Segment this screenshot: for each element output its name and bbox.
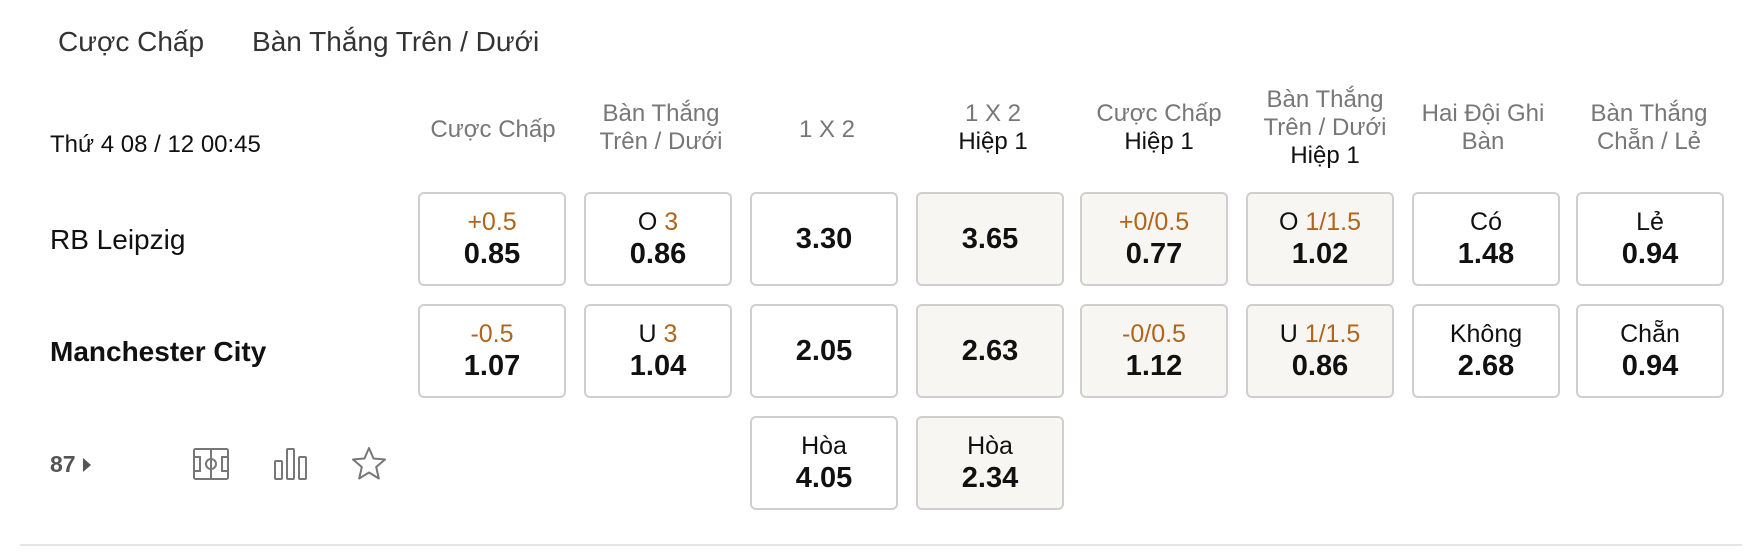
handicap-line: 1/1.5	[1305, 208, 1361, 236]
col-header-over-under: Bàn Thắng Trên / Dưới	[586, 100, 736, 156]
bet-side-label: Có	[1470, 208, 1502, 236]
handicap-line: 3	[663, 320, 678, 348]
odds-value: 2.68	[1457, 350, 1515, 382]
match-datetime: Thứ 4 08 / 12 00:45	[50, 131, 261, 158]
col-header-line: Bàn	[1461, 128, 1505, 155]
odds-value: 0.85	[463, 238, 521, 270]
col-header-line: Cược Chấp	[1096, 100, 1222, 127]
home-1x2-half-odds-cell[interactable]: 3.65	[916, 192, 1064, 286]
odds-value: 1.48	[1457, 238, 1515, 270]
col-header-sub: Hiệp 1	[1124, 128, 1194, 155]
away-1x2-half-odds-cell[interactable]: 2.63	[916, 304, 1064, 398]
draw-1x2-half-odds-cell[interactable]: Hòa 2.34	[916, 416, 1064, 510]
bet-side-label: Không	[1449, 320, 1523, 348]
pitch-icon[interactable]	[192, 446, 232, 482]
col-header-handicap: Cược Chấp	[418, 116, 568, 144]
col-header-sub: Hiệp 1	[958, 128, 1028, 155]
col-header-1x2-half: 1 X 2 Hiệp 1	[918, 100, 1068, 156]
away-team-name: Manchester City	[50, 336, 267, 367]
stats-bar-icon[interactable]	[272, 446, 312, 482]
caret-right-icon	[82, 457, 91, 472]
bet-side-label: U	[1279, 320, 1305, 348]
home-1x2-odds-cell[interactable]: 3.30	[750, 192, 898, 286]
home-handicap-odds-cell[interactable]: +0.5 0.85	[418, 192, 566, 286]
odd-goals-cell[interactable]: Lẻ 0.94	[1576, 192, 1724, 286]
col-header-line: Chẵn / Lẻ	[1596, 128, 1702, 155]
handicap-line: +0/0.5	[1118, 208, 1190, 236]
away-handicap-odds-cell[interactable]: -0.5 1.07	[418, 304, 566, 398]
odds-value: 0.86	[1291, 350, 1349, 382]
col-header-over-under-half: Bàn Thắng Trên / Dưới Hiệp 1	[1250, 86, 1400, 170]
handicap-line: -0.5	[470, 320, 514, 348]
handicap-line: +0.5	[467, 208, 517, 236]
col-header-both-score: Hai Đội Ghi Bàn	[1408, 100, 1558, 156]
bet-side-label: O	[637, 208, 665, 236]
odds-value: 1.04	[629, 350, 687, 382]
col-header-1x2: 1 X 2	[752, 116, 902, 144]
odds-value: 2.34	[961, 462, 1019, 494]
bet-side-label: Chẵn	[1620, 320, 1680, 348]
away-under-odds-cell[interactable]: U 3 1.04	[584, 304, 732, 398]
handicap-line: -0/0.5	[1122, 320, 1186, 348]
bet-side-label: O	[1278, 208, 1306, 236]
odds-value: 3.30	[795, 223, 853, 255]
odds-value: 0.77	[1125, 238, 1183, 270]
odds-value: 2.05	[795, 335, 853, 367]
away-under-half-odds-cell[interactable]: U 1/1.5 0.86	[1246, 304, 1394, 398]
market-tabs: Cược Chấp Bàn Thắng Trên / Dưới	[58, 26, 539, 58]
bet-side-label: Hòa	[801, 432, 847, 460]
row-divider	[20, 544, 1742, 546]
odds-value: 3.65	[961, 223, 1019, 255]
odds-value: 1.12	[1125, 350, 1183, 382]
both-score-no-cell[interactable]: Không 2.68	[1412, 304, 1560, 398]
odds-value: 0.94	[1621, 350, 1679, 382]
home-team-name: RB Leipzig	[50, 224, 186, 255]
col-header-handicap-half: Cược Chấp Hiệp 1	[1084, 100, 1234, 156]
odds-value: 4.05	[795, 462, 853, 494]
col-header-line: Cược Chấp	[430, 116, 556, 143]
away-handicap-half-odds-cell[interactable]: -0/0.5 1.12	[1080, 304, 1228, 398]
col-header-sub: Hiệp 1	[1290, 142, 1360, 169]
col-header-line: 1 X 2	[964, 100, 1022, 127]
col-header-line: Bàn Thắng	[1266, 86, 1384, 113]
draw-1x2-odds-cell[interactable]: Hòa 4.05	[750, 416, 898, 510]
handicap-line: 1/1.5	[1304, 320, 1361, 348]
odds-value: 0.94	[1621, 238, 1679, 270]
odds-value: 2.63	[961, 335, 1019, 367]
handicap-line: 3	[664, 208, 679, 236]
more-markets-link[interactable]: 87	[50, 451, 92, 478]
home-handicap-half-odds-cell[interactable]: +0/0.5 0.77	[1080, 192, 1228, 286]
col-header-line: Hai Đội Ghi	[1421, 100, 1545, 127]
tab-handicap[interactable]: Cược Chấp	[58, 26, 204, 58]
bet-side-label: U	[638, 320, 664, 348]
odds-value: 1.02	[1291, 238, 1349, 270]
col-header-line: Trên / Dưới	[599, 128, 723, 155]
col-header-line: 1 X 2	[798, 116, 856, 143]
both-score-yes-cell[interactable]: Có 1.48	[1412, 192, 1560, 286]
home-over-half-odds-cell[interactable]: O 1/1.5 1.02	[1246, 192, 1394, 286]
col-header-odd-even: Bàn Thắng Chẵn / Lẻ	[1574, 100, 1724, 156]
home-over-odds-cell[interactable]: O 3 0.86	[584, 192, 732, 286]
col-header-line: Bàn Thắng	[1590, 100, 1708, 127]
bet-side-label: Hòa	[967, 432, 1013, 460]
odds-value: 0.86	[629, 238, 687, 270]
more-markets-count: 87	[50, 451, 76, 477]
bet-side-label: Lẻ	[1636, 208, 1664, 236]
away-1x2-odds-cell[interactable]: 2.05	[750, 304, 898, 398]
even-goals-cell[interactable]: Chẵn 0.94	[1576, 304, 1724, 398]
odds-value: 1.07	[463, 350, 521, 382]
col-header-line: Bàn Thắng	[602, 100, 720, 127]
tab-over-under[interactable]: Bàn Thắng Trên / Dưới	[252, 26, 539, 58]
col-header-line: Trên / Dưới	[1263, 114, 1387, 141]
star-icon[interactable]	[350, 446, 390, 482]
